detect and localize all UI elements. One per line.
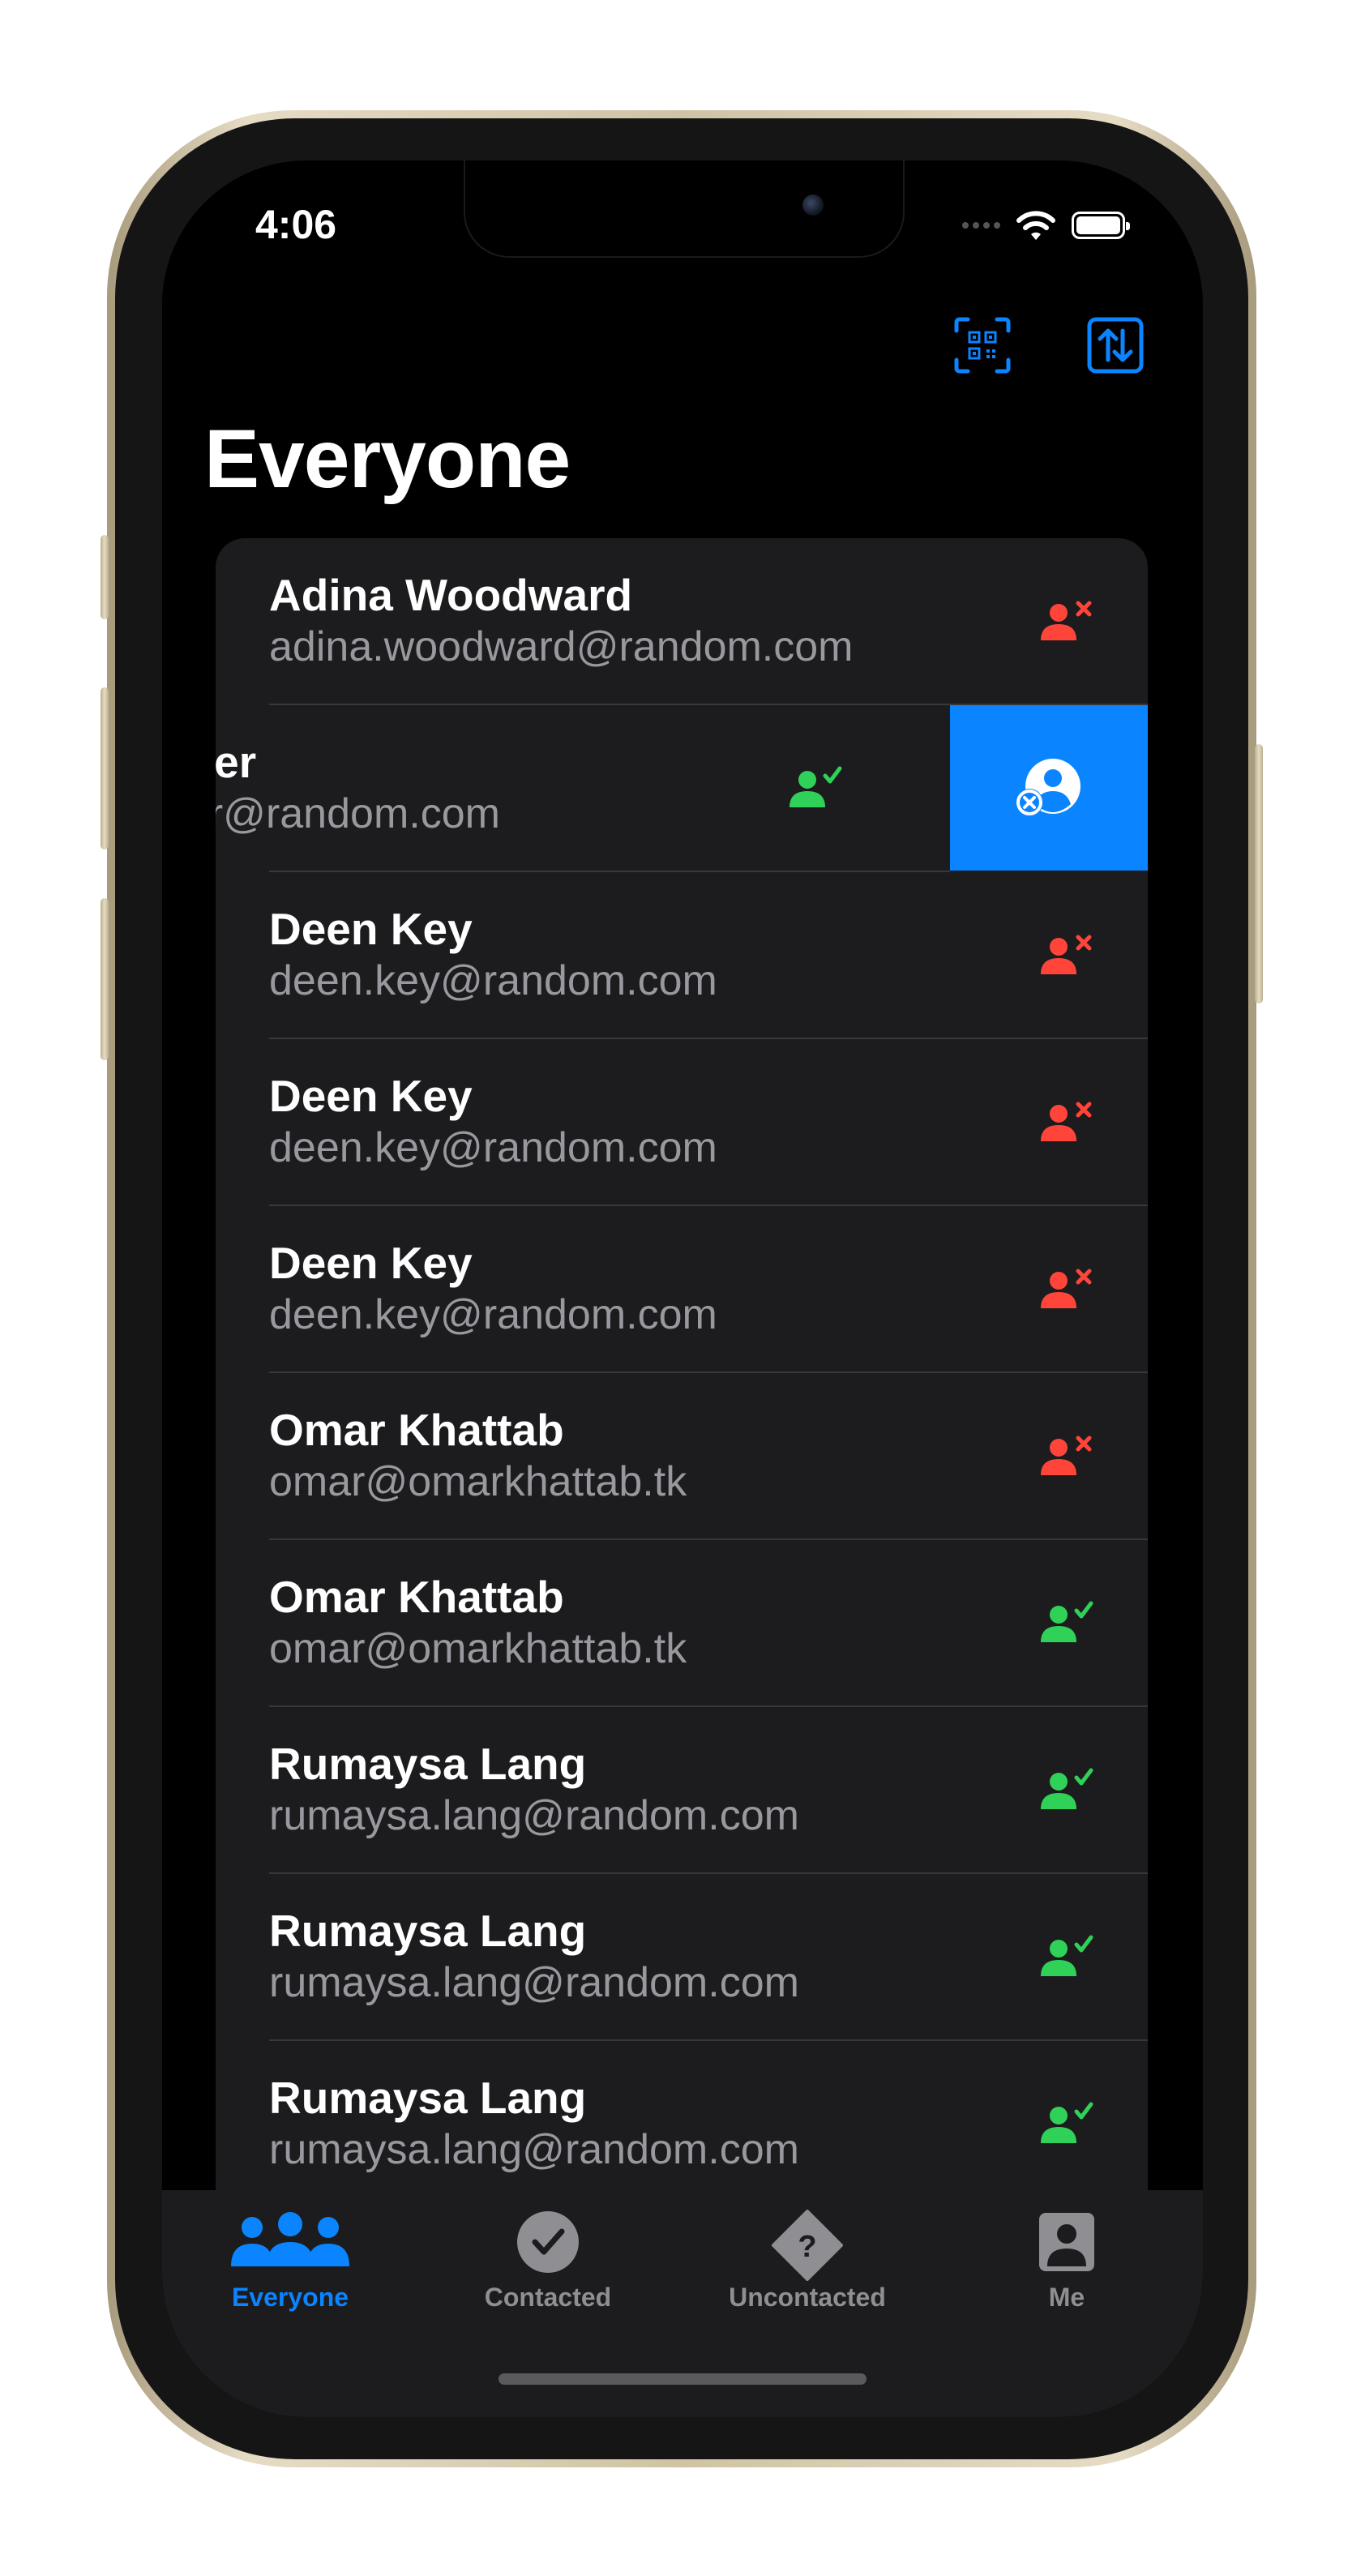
tab-everyone[interactable]: Everyone <box>185 2210 396 2323</box>
contact-email: her@random.com <box>216 790 500 837</box>
contact-email: omar@omarkhattab.tk <box>269 1458 687 1505</box>
tab-label: Uncontacted <box>729 2283 886 2312</box>
contact-name: Deen Key <box>269 904 473 954</box>
person-check-icon <box>1041 1935 1093 1976</box>
contact-email: rumaysa.lang@random.com <box>269 1792 799 1839</box>
volume-down-button <box>101 898 109 1060</box>
contact-email: rumaysa.lang@random.com <box>269 1959 799 2006</box>
contact-list[interactable]: Adina Woodward adina.woodward@random.com… <box>216 538 1148 2190</box>
contact-email: adina.woodward@random.com <box>269 623 854 670</box>
people-icon <box>231 2212 349 2266</box>
person-check-icon <box>789 766 842 807</box>
page-title: Everyone <box>204 413 571 505</box>
camera-icon <box>802 195 824 216</box>
status-indicators <box>962 208 1130 243</box>
contact-name: Rumaysa Lang <box>269 2073 587 2123</box>
contact-row[interactable]: Omar Khattab omar@omarkhattab.tk <box>216 1540 1148 1707</box>
contact-row-swiped[interactable]: cher her@random.com <box>216 705 1148 872</box>
contact-name: Omar Khattab <box>269 1572 564 1622</box>
contact-email: deen.key@random.com <box>269 1124 717 1171</box>
contact-email: rumaysa.lang@random.com <box>269 2126 799 2173</box>
person-x-icon <box>1041 1269 1092 1308</box>
home-indicator <box>499 2373 866 2385</box>
contact-row[interactable]: Deen Key deen.key@random.com <box>216 872 1148 1039</box>
qr-scan-icon[interactable] <box>953 316 1012 374</box>
contact-name: Rumaysa Lang <box>269 1906 587 1956</box>
contact-name: cher <box>216 737 257 787</box>
person-x-icon <box>1041 935 1092 974</box>
contact-name: Omar Khattab <box>269 1405 564 1455</box>
contact-email: deen.key@random.com <box>269 1291 717 1338</box>
tab-label: Me <box>1048 2283 1085 2312</box>
person-square-icon <box>1039 2213 1094 2271</box>
contact-row[interactable]: Deen Key deen.key@random.com <box>216 1206 1148 1373</box>
contact-row[interactable]: Omar Khattab omar@omarkhattab.tk <box>216 1373 1148 1540</box>
checkmark-circle-icon <box>517 2211 579 2273</box>
person-x-icon <box>1041 1436 1092 1475</box>
dynamic-notch <box>464 160 905 258</box>
contact-row[interactable]: Deen Key deen.key@random.com <box>216 1039 1148 1206</box>
tab-contacted[interactable]: Contacted <box>443 2210 653 2323</box>
tab-label: Contacted <box>484 2283 612 2312</box>
contact-name: Deen Key <box>269 1238 473 1288</box>
status-time: 4:06 <box>255 202 337 247</box>
person-x-icon <box>1041 601 1092 640</box>
person-circle-x-icon <box>1016 759 1080 816</box>
tab-uncontacted[interactable]: ? Uncontacted <box>702 2210 913 2323</box>
tab-label: Everyone <box>231 2283 349 2312</box>
person-check-icon <box>1041 1768 1093 1809</box>
power-button <box>1255 744 1263 1003</box>
person-x-icon <box>1041 1102 1092 1141</box>
mute-switch <box>101 535 109 619</box>
phone-screen: 4:06 Everyone Adina Woodward adina.woodw… <box>162 160 1203 2417</box>
contact-row[interactable]: Rumaysa Lang rumaysa.lang@random.com <box>216 2041 1148 2190</box>
contact-name: Adina Woodward <box>269 570 633 620</box>
sort-arrows-icon[interactable] <box>1086 316 1145 374</box>
battery-icon <box>1072 212 1130 239</box>
cellular-signal-icon <box>962 222 1000 229</box>
contact-row[interactable]: Rumaysa Lang rumaysa.lang@random.com <box>216 1874 1148 2041</box>
contact-name: Deen Key <box>269 1071 473 1121</box>
svg-text:?: ? <box>798 2230 816 2264</box>
mark-uncontacted-button[interactable] <box>950 705 1148 871</box>
volume-up-button <box>101 687 109 849</box>
question-diamond-icon: ? <box>772 2210 843 2281</box>
wifi-icon <box>1016 211 1055 240</box>
tab-me[interactable]: Me <box>961 2210 1172 2323</box>
contact-row[interactable]: Rumaysa Lang rumaysa.lang@random.com <box>216 1707 1148 1874</box>
contact-email: omar@omarkhattab.tk <box>269 1625 687 1672</box>
contact-row[interactable]: Adina Woodward adina.woodward@random.com <box>216 538 1148 705</box>
contact-email: deen.key@random.com <box>269 957 717 1004</box>
person-check-icon <box>1041 1601 1093 1642</box>
person-check-icon <box>1041 2102 1093 2143</box>
contact-name: Rumaysa Lang <box>269 1739 587 1789</box>
